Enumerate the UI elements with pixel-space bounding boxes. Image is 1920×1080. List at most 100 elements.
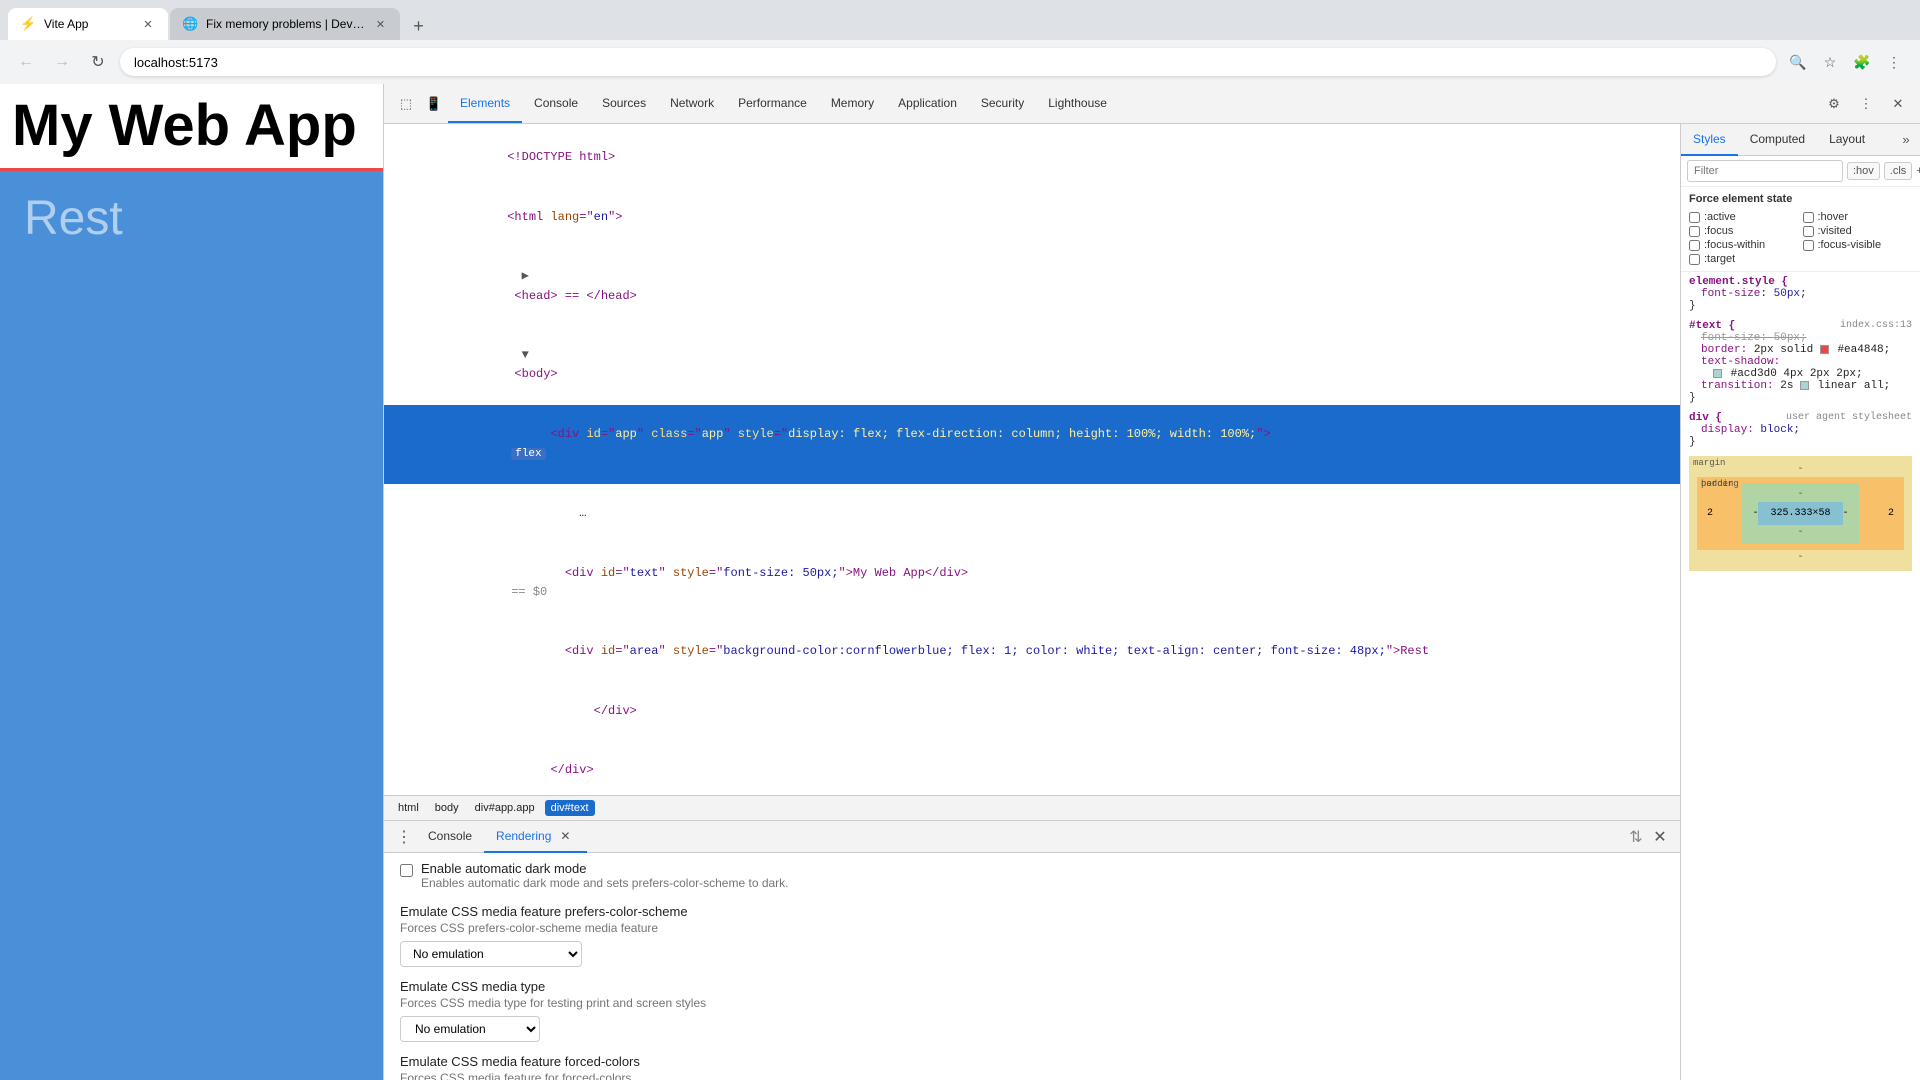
drawer-tab-rendering[interactable]: Rendering ✕: [484, 821, 587, 853]
rule-div-close: }: [1689, 436, 1912, 448]
styles-add-rule-icon[interactable]: +: [1916, 160, 1920, 182]
html-line-area-close[interactable]: </div>: [384, 682, 1680, 742]
box-model-container: margin - border 2 padding -: [1689, 456, 1912, 571]
html-scroll[interactable]: <!DOCTYPE html> <html lang="en"> ▶ <head…: [384, 124, 1680, 795]
drawer-content[interactable]: Enable automatic dark mode Enables autom…: [384, 853, 1680, 1080]
margin-label: margin: [1693, 458, 1725, 468]
devtools-device-icon[interactable]: 📱: [420, 90, 448, 118]
tab-elements[interactable]: Elements: [448, 85, 522, 123]
html-line-doctype[interactable]: <!DOCTYPE html>: [384, 128, 1680, 188]
css-media-type-select[interactable]: No emulation print screen: [400, 1016, 540, 1042]
head-expand[interactable]: ▶: [522, 269, 529, 283]
breadcrumb-body[interactable]: body: [429, 800, 465, 816]
address-input[interactable]: [120, 48, 1776, 76]
tab-close-vite[interactable]: ✕: [140, 16, 156, 32]
html-line-area-div[interactable]: <div id="area" style="background-color:c…: [384, 622, 1680, 682]
tab-console[interactable]: Console: [522, 85, 590, 123]
html-line-app-div[interactable]: <div id="app" class="app" style="display…: [384, 405, 1680, 484]
rule-font-size-elem[interactable]: font-size: 50px;: [1689, 288, 1912, 300]
force-state-active: :active: [1689, 211, 1799, 223]
drawer-tabs: ⋮ Console Rendering ✕ ⇅ ✕: [384, 821, 1680, 853]
styles-tab-more-icon[interactable]: »: [1892, 126, 1920, 154]
force-focus-checkbox[interactable]: [1689, 226, 1700, 237]
zoom-icon[interactable]: 🔍: [1784, 48, 1812, 76]
devtools-inspect-icon[interactable]: ⬚: [392, 90, 420, 118]
tab-application[interactable]: Application: [886, 85, 969, 123]
rule-border-prop[interactable]: border: 2px solid #ea4848;: [1689, 344, 1912, 356]
force-focus-within-label: :focus-within: [1704, 239, 1765, 251]
tab-close-devtools[interactable]: ✕: [372, 16, 388, 32]
rule-text-shadow-prop[interactable]: text-shadow:: [1689, 356, 1912, 368]
forward-button[interactable]: →: [48, 48, 76, 76]
body-expand[interactable]: ▼: [522, 348, 529, 362]
main-layout: My Web App Rest ⬚ 📱 Elements Console Sou…: [0, 84, 1920, 1080]
pseudo-hover-button[interactable]: :hov: [1847, 162, 1880, 180]
prefers-color-scheme-select[interactable]: No emulation prefers-color-scheme: light…: [400, 941, 582, 967]
breadcrumb-text[interactable]: div#text: [545, 800, 595, 816]
styles-tab-layout[interactable]: Layout: [1817, 124, 1877, 156]
styles-filter-input[interactable]: [1687, 160, 1843, 182]
force-focus-visible-checkbox[interactable]: [1803, 240, 1814, 251]
drawer-tab-console[interactable]: Console: [416, 821, 484, 853]
tab-vite-app[interactable]: ⚡ Vite App ✕: [8, 8, 168, 40]
back-button[interactable]: ←: [12, 48, 40, 76]
html-line-html[interactable]: <html lang="en">: [384, 188, 1680, 248]
breadcrumb-app[interactable]: div#app.app: [469, 800, 541, 816]
extensions-icon[interactable]: 🧩: [1848, 48, 1876, 76]
rule-text-shadow-value[interactable]: #acd3d0 4px 2px 2px;: [1689, 368, 1912, 380]
new-tab-button[interactable]: +: [404, 12, 432, 40]
tab-performance[interactable]: Performance: [726, 85, 819, 123]
rule-transition-prop[interactable]: transition: 2s linear all;: [1689, 380, 1912, 392]
force-visited-checkbox[interactable]: [1803, 226, 1814, 237]
force-hover-checkbox[interactable]: [1803, 212, 1814, 223]
tab-lighthouse[interactable]: Lighthouse: [1036, 85, 1119, 123]
rule-display-prop[interactable]: display: block;: [1689, 424, 1912, 436]
styles-more-tabs-icon[interactable]: »: [1892, 126, 1920, 154]
rendering-tab-close[interactable]: ✕: [555, 826, 575, 846]
rule-font-size-prop[interactable]: font-size: 50px;: [1689, 332, 1912, 344]
html-line-body[interactable]: ▼ <body>: [384, 326, 1680, 405]
rule-div-selector-row[interactable]: div { user agent stylesheet: [1689, 412, 1912, 424]
html-line-text-div[interactable]: <div id="text" style="font-size: 50px;">…: [384, 543, 1680, 622]
styles-rules[interactable]: element.style { font-size: 50px; } #text…: [1681, 272, 1920, 1080]
bookmark-icon[interactable]: ☆: [1816, 48, 1844, 76]
rule-element-style-selector[interactable]: element.style {: [1689, 276, 1912, 288]
pseudo-cls-button[interactable]: .cls: [1884, 162, 1913, 180]
devtools-settings-icon[interactable]: ⚙: [1820, 90, 1848, 118]
border-color-swatch[interactable]: [1820, 345, 1829, 354]
tab-sources[interactable]: Sources: [590, 85, 658, 123]
resize-handle[interactable]: ⇅: [1624, 825, 1648, 849]
tab-security[interactable]: Security: [969, 85, 1036, 123]
html-line-ellipsis[interactable]: …: [384, 484, 1680, 544]
html-line-app-close[interactable]: </div>: [384, 741, 1680, 795]
tab-memory[interactable]: Memory: [819, 85, 886, 123]
html-line-head[interactable]: ▶ <head> == </head>: [384, 247, 1680, 326]
reload-button[interactable]: ↻: [84, 48, 112, 76]
dollar-sign: == $0: [511, 585, 547, 599]
force-state-hover: :hover: [1803, 211, 1913, 223]
drawer-close-button[interactable]: ✕: [1648, 825, 1672, 849]
styles-filter-bar: :hov .cls + ⬚ ⚙: [1681, 156, 1920, 187]
tab-favicon-devtools: 🌐: [182, 16, 198, 32]
devtools-close-icon[interactable]: ✕: [1884, 90, 1912, 118]
rule-text-selector-row[interactable]: #text { index.css:13: [1689, 320, 1912, 332]
styles-tab-computed[interactable]: Computed: [1738, 124, 1817, 156]
styles-tab-styles[interactable]: Styles: [1681, 124, 1738, 156]
auto-dark-checkbox[interactable]: [400, 864, 413, 877]
force-target-checkbox[interactable]: [1689, 254, 1700, 265]
shadow-color-swatch[interactable]: [1713, 369, 1722, 378]
devtools-more-icon[interactable]: ⋮: [1852, 90, 1880, 118]
drawer-options-button[interactable]: ⋮: [392, 825, 416, 849]
transition-color-swatch[interactable]: [1800, 381, 1809, 390]
box-size-value: 325.333×58: [1770, 508, 1830, 519]
force-active-checkbox[interactable]: [1689, 212, 1700, 223]
box-model-padding: padding - - 325.333×58 -: [1742, 483, 1858, 544]
force-state-grid: :active :hover :focus: [1689, 211, 1912, 265]
force-focus-within-checkbox[interactable]: [1689, 240, 1700, 251]
menu-icon[interactable]: ⋮: [1880, 48, 1908, 76]
breadcrumb-html[interactable]: html: [392, 800, 425, 816]
tab-devtools[interactable]: 🌐 Fix memory problems | Dev… ✕: [170, 8, 400, 40]
body-tag: <body>: [507, 367, 557, 381]
auto-dark-label: Enable automatic dark mode: [421, 861, 789, 876]
tab-network[interactable]: Network: [658, 85, 726, 123]
